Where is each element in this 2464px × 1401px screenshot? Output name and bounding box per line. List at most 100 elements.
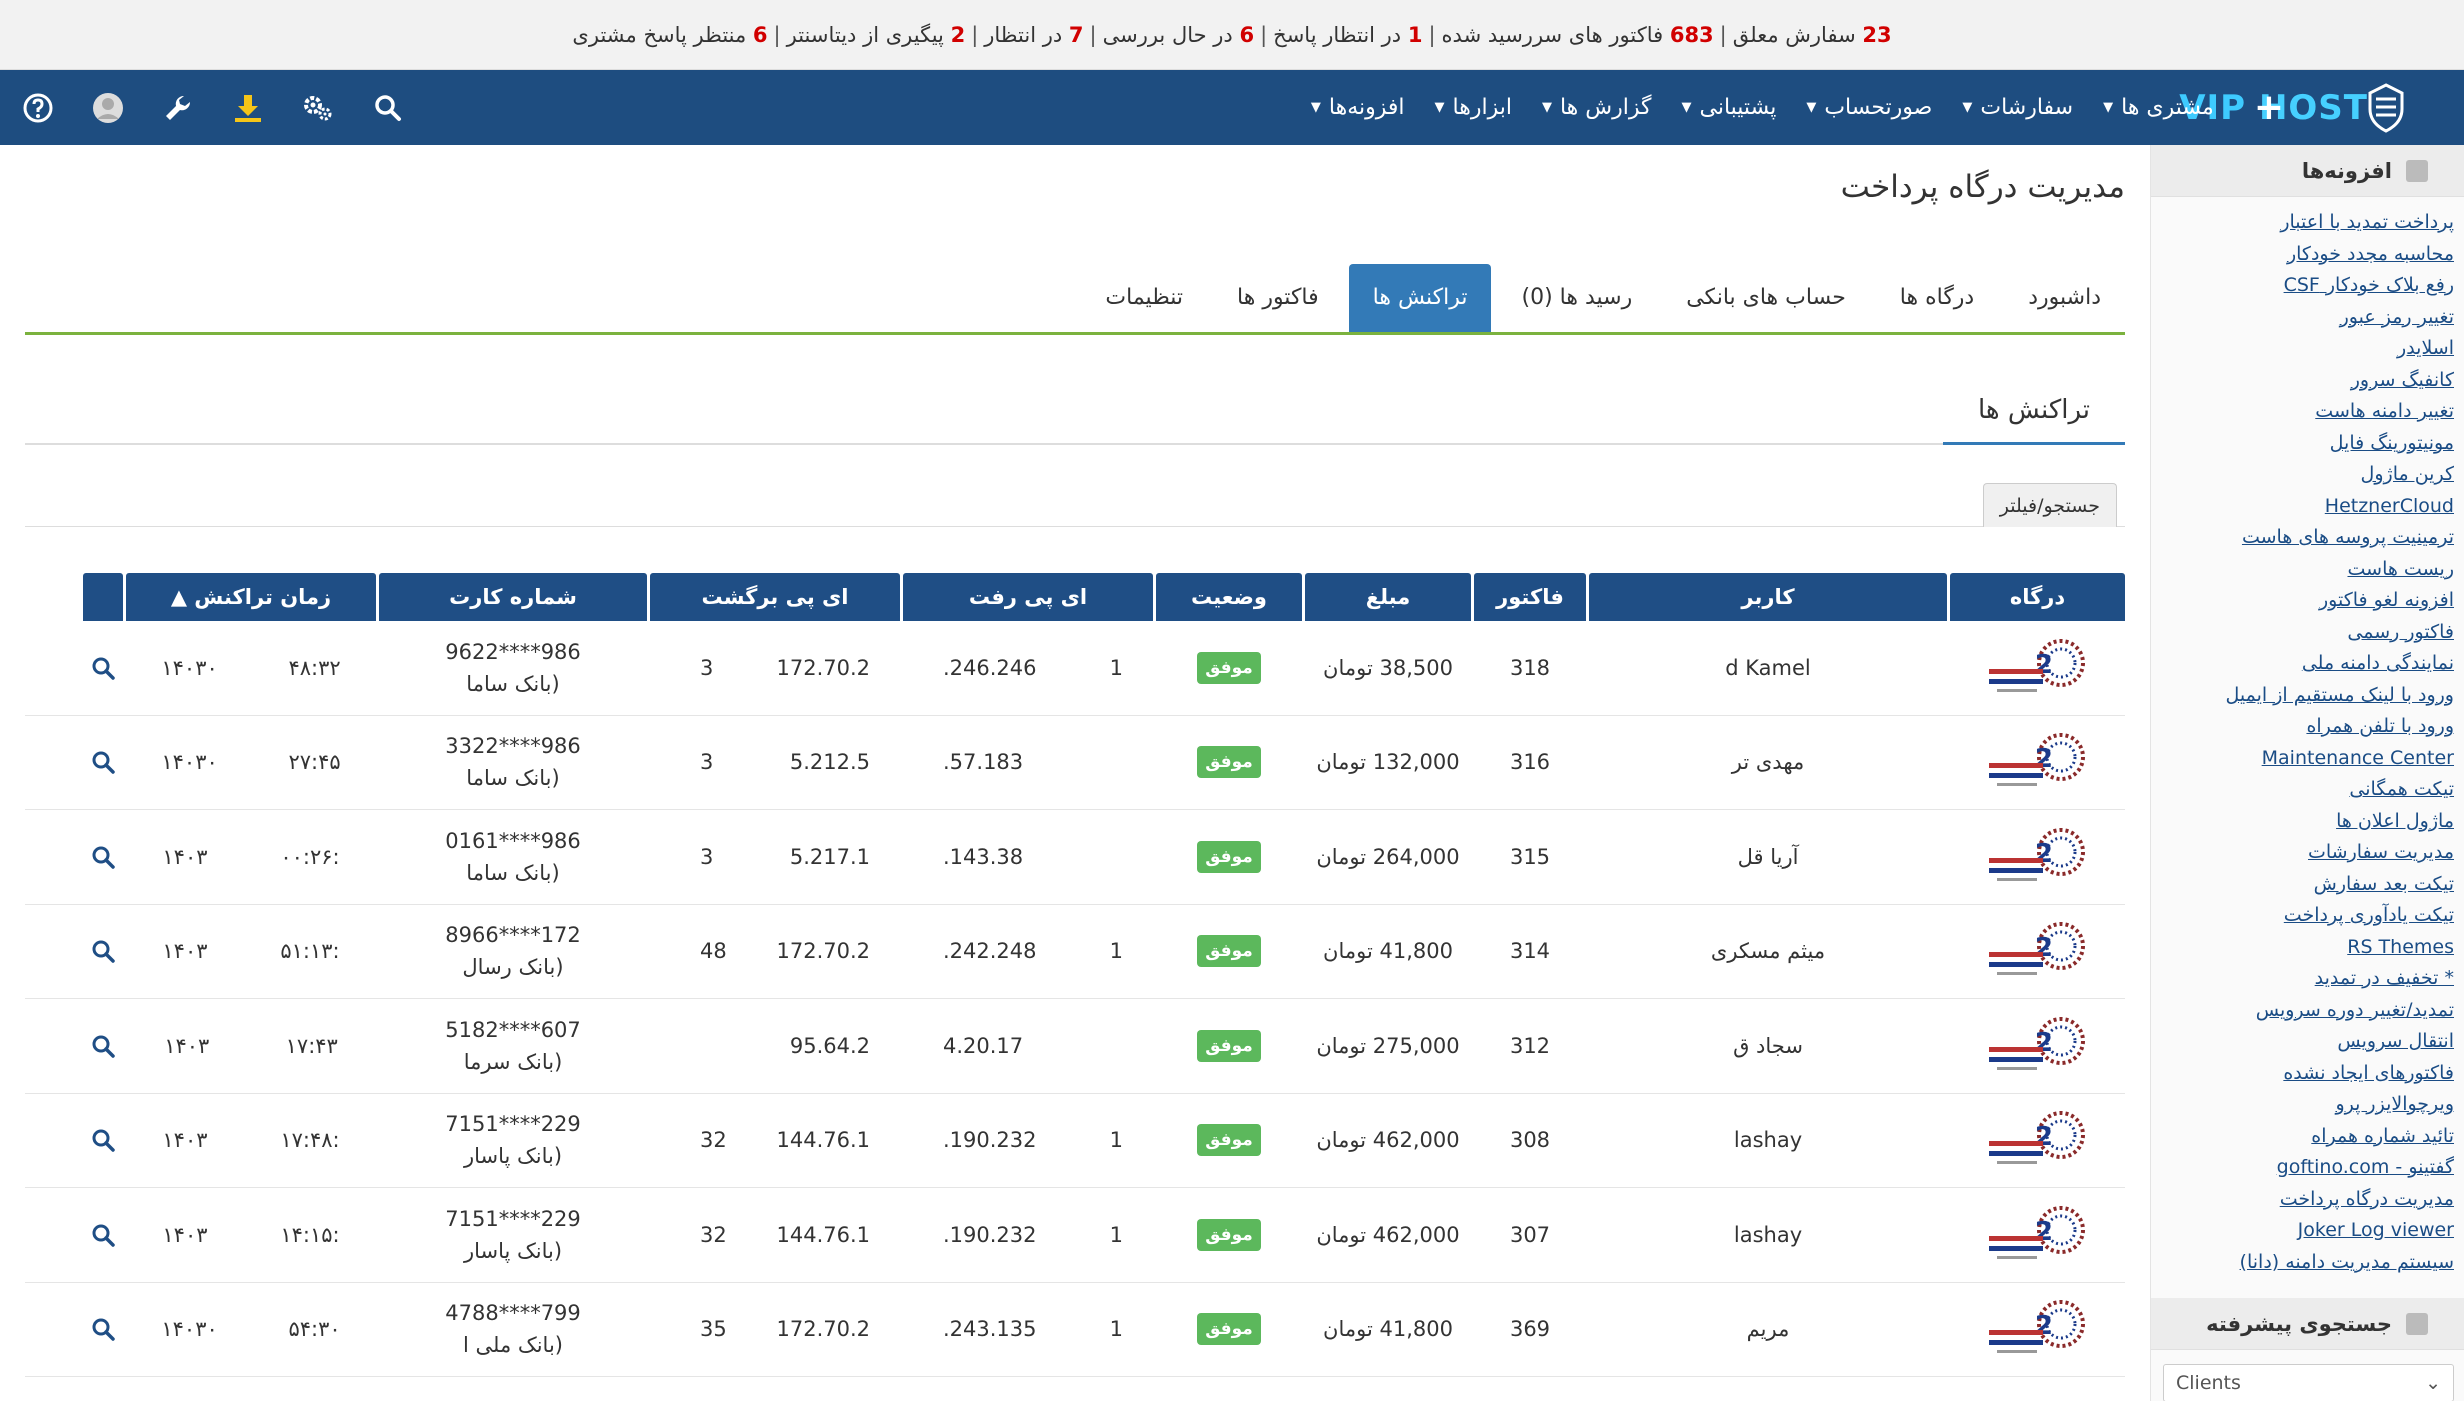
- cell-gateway: 2: [1950, 1093, 2125, 1187]
- tab-0[interactable]: داشبورد: [2004, 264, 2125, 332]
- sidebar-addon-link[interactable]: نمایندگی دامنه ملی: [2151, 648, 2454, 680]
- tab-2[interactable]: حساب های بانکی: [1662, 264, 1870, 332]
- cell-card-number: 986****9622 (بانک ساما: [379, 621, 647, 715]
- cell-user[interactable]: سجاد ق: [1589, 999, 1947, 1093]
- sidebar-addon-link[interactable]: Maintenance Center: [2151, 743, 2454, 775]
- sidebar-addon-link[interactable]: رفع بلاک خودکار CSF: [2151, 270, 2454, 302]
- sidebar-addon-link[interactable]: محاسبه مجدد خودکار: [2151, 239, 2454, 271]
- sidebar-addon-link[interactable]: فاکتورهای ایجاد نشده: [2151, 1058, 2454, 1090]
- subtab-transactions[interactable]: تراکنش ها: [1943, 380, 2125, 445]
- sidebar-addon-link[interactable]: تیکت همگانی: [2151, 774, 2454, 806]
- sidebar-addon-link[interactable]: تغییر دامنه هاست: [2151, 396, 2454, 428]
- alert-item[interactable]: 7 در انتظار: [984, 23, 1083, 47]
- sidebar-addon-link[interactable]: * تخفیف در تمدید: [2151, 963, 2454, 995]
- cell-invoice[interactable]: 308: [1474, 1093, 1586, 1187]
- sidebar-addon-link[interactable]: ریست هاست: [2151, 554, 2455, 586]
- sidebar-addon-link[interactable]: تائید شماره همراه: [2151, 1121, 2454, 1153]
- search-filter-toggle[interactable]: جستجو/فیلتر: [1982, 483, 2117, 527]
- sidebar-addon-link[interactable]: گفتینو - goftino.com: [2151, 1152, 2454, 1184]
- view-details-button[interactable]: [83, 1093, 123, 1187]
- alert-item[interactable]: 683 فاکتور های سررسید شده: [1442, 23, 1714, 47]
- help-icon[interactable]: [18, 88, 58, 128]
- cell-ip-out: .57.183: [903, 715, 1153, 809]
- column-header[interactable]: زمان تراکنش ▲: [126, 573, 376, 621]
- cell-user[interactable]: میثم مسکری: [1589, 904, 1947, 998]
- view-details-button[interactable]: [83, 1282, 123, 1376]
- sidebar-addon-link[interactable]: تیکت یادآوری پرداخت: [2151, 900, 2454, 932]
- nav-item-0[interactable]: مشتری ها ▼: [2103, 95, 2214, 120]
- column-header: شماره کارت: [379, 573, 647, 621]
- sidebar-addon-link[interactable]: RS Themes: [2151, 932, 2454, 964]
- sidebar-addon-link[interactable]: مونیتورینگ فایل: [2151, 428, 2454, 460]
- view-details-button[interactable]: [83, 904, 123, 998]
- sidebar-addon-link[interactable]: Joker Log viewer: [2151, 1215, 2454, 1247]
- nav-item-3[interactable]: پشتیبانی ▼: [1681, 95, 1776, 120]
- cell-invoice[interactable]: 307: [1474, 1188, 1586, 1282]
- search-icon: [92, 940, 115, 963]
- sidebar-addon-link[interactable]: HetznerCloud: [2151, 491, 2454, 523]
- sidebar-addon-link[interactable]: مدیریت سفارشات: [2151, 837, 2454, 869]
- tab-6[interactable]: تنظیمات: [1081, 264, 1207, 332]
- alert-count: 683: [1669, 23, 1714, 47]
- gears-icon[interactable]: [298, 88, 338, 128]
- tab-4[interactable]: تراکنش ها: [1348, 264, 1492, 332]
- cell-user[interactable]: lashay: [1589, 1188, 1947, 1282]
- tab-3[interactable]: رسید ها (0): [1497, 264, 1656, 332]
- view-details-button[interactable]: [83, 999, 123, 1093]
- sidebar-addon-link[interactable]: انتقال سرویس: [2151, 1026, 2454, 1058]
- cell-user[interactable]: مهدی تر: [1589, 715, 1947, 809]
- advanced-search-type-select[interactable]: Clients ⌄: [2163, 1364, 2454, 1401]
- cell-invoice[interactable]: 312: [1474, 999, 1586, 1093]
- cell-status: موفق: [1156, 904, 1302, 998]
- cell-invoice[interactable]: 318: [1474, 621, 1586, 715]
- alert-item[interactable]: 6 منتظر پاسخ مشتری: [572, 23, 767, 47]
- nav-item-6[interactable]: افزونه‌ها ▼: [1311, 95, 1405, 120]
- sidebar-addon-link[interactable]: سیستم مدیریت دامنه (دانا): [2151, 1247, 2454, 1279]
- tab-5[interactable]: فاکتور ها: [1213, 264, 1343, 332]
- sidebar-addon-link[interactable]: افزونه لغو فاکتور: [2151, 585, 2454, 617]
- sidebar-addon-link[interactable]: ویرچوالایزر پرو: [2151, 1089, 2454, 1121]
- nav-item-4[interactable]: گزارش ها ▼: [1542, 95, 1652, 120]
- sidebar-addon-link[interactable]: ورود با تلفن همراه: [2151, 711, 2454, 743]
- ip-return-part: 95.64.2: [789, 1033, 870, 1058]
- view-details-button[interactable]: [83, 621, 123, 715]
- alert-item[interactable]: 6 در حال بررسی: [1103, 23, 1254, 47]
- sidebar-addon-link[interactable]: پرداخت تمدید با اعتبار: [2151, 207, 2454, 239]
- cell-invoice[interactable]: 369: [1474, 1282, 1586, 1376]
- sidebar-addon-link[interactable]: اسلایدر: [2151, 333, 2454, 365]
- cell-invoice[interactable]: 314: [1474, 904, 1586, 998]
- cell-user[interactable]: مریم: [1589, 1282, 1947, 1376]
- alert-item[interactable]: 2 پیگیری از دیتاسنتر: [787, 23, 966, 47]
- view-details-button[interactable]: [83, 715, 123, 809]
- view-details-button[interactable]: [83, 1188, 123, 1282]
- nav-item-2[interactable]: صورتحساب ▼: [1806, 95, 1932, 120]
- tab-1[interactable]: درگاه ها: [1876, 264, 1998, 332]
- sidebar-addon-link[interactable]: کانفیگ سرور: [2151, 365, 2454, 397]
- sidebar-addon-link[interactable]: مدیریت درگاه پرداخت: [2151, 1184, 2454, 1216]
- alert-item[interactable]: 1 در انتظار پاسخ: [1273, 23, 1422, 47]
- sidebar-addon-link[interactable]: تغییر رمز عبور: [2151, 302, 2454, 334]
- alert-item[interactable]: 23 سفارش معلق: [1733, 23, 1892, 47]
- cell-user[interactable]: d Kamel: [1589, 621, 1947, 715]
- sidebar-addon-link[interactable]: فاکتور رسمی: [2151, 617, 2454, 649]
- cell-invoice[interactable]: 315: [1474, 810, 1586, 904]
- cell-user[interactable]: آریا قل: [1589, 810, 1947, 904]
- cell-ip-out: .143.38: [903, 810, 1153, 904]
- wrench-icon[interactable]: [158, 88, 198, 128]
- quick-add-button[interactable]: +: [2254, 89, 2284, 126]
- sidebar-addon-link[interactable]: ماژول اعلان ها: [2151, 806, 2454, 838]
- status-badge: موفق: [1197, 1313, 1261, 1346]
- sidebar-addon-link[interactable]: کرین ماژول: [2151, 459, 2454, 491]
- sidebar-addon-link[interactable]: تمدید/تغییر دوره سرویس: [2151, 995, 2454, 1027]
- search-icon[interactable]: [368, 88, 408, 128]
- nav-item-5[interactable]: ابزارها ▼: [1435, 95, 1512, 120]
- sidebar-addon-link[interactable]: ترمینیت پروسه های هاست: [2151, 522, 2454, 554]
- cell-user[interactable]: lashay: [1589, 1093, 1947, 1187]
- nav-item-1[interactable]: سفارشات ▼: [1962, 95, 2073, 120]
- download-icon[interactable]: [228, 88, 268, 128]
- sidebar-addon-link[interactable]: تیکت بعد سفارش: [2151, 869, 2454, 901]
- sidebar-addon-link[interactable]: ورود با لینک مستقیم از ایمیل: [2151, 680, 2454, 712]
- cell-invoice[interactable]: 316: [1474, 715, 1586, 809]
- avatar-icon[interactable]: [88, 88, 128, 128]
- view-details-button[interactable]: [83, 810, 123, 904]
